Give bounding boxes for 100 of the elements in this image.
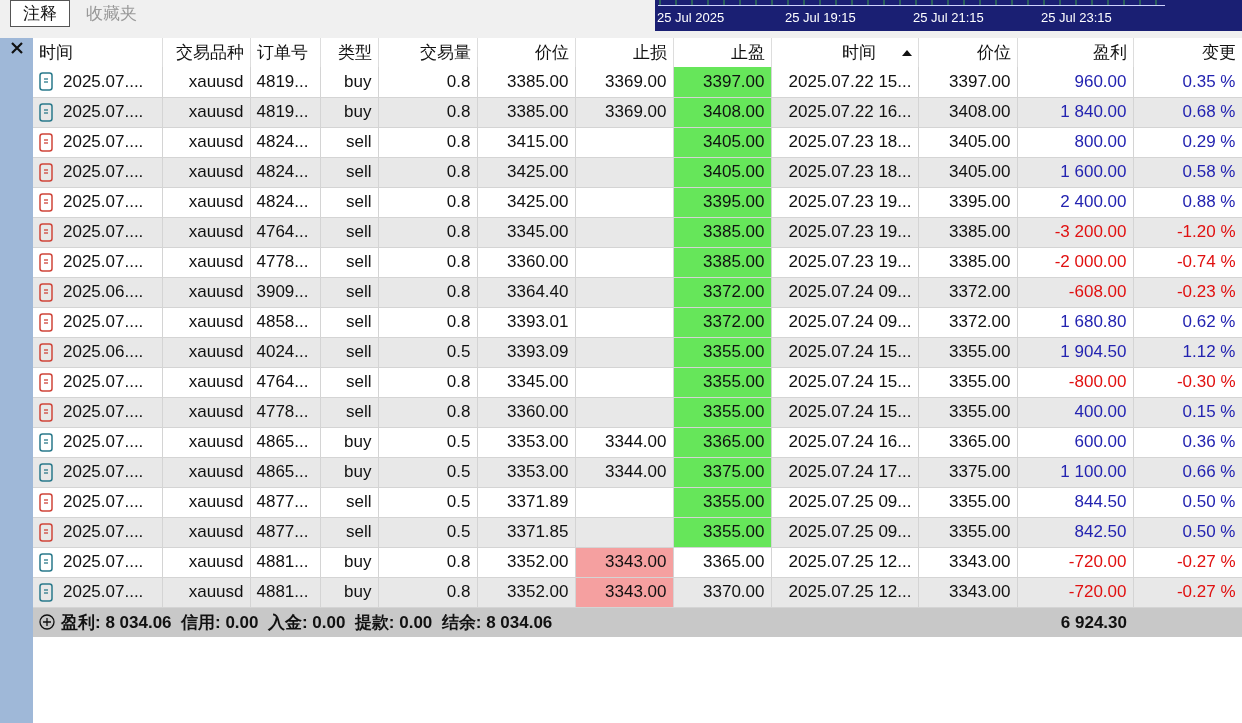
table-cell: 0.5 — [378, 517, 477, 547]
table-cell: 4764... — [250, 217, 320, 247]
table-cell: sell — [320, 367, 378, 397]
table-cell: -0.30 % — [1133, 367, 1242, 397]
table-cell: 3355.00 — [918, 487, 1017, 517]
table-cell: 844.50 — [1017, 487, 1133, 517]
table-cell: xauusd — [162, 577, 250, 607]
table-cell: 600.00 — [1017, 427, 1133, 457]
table-cell: 2025.07.23 19... — [771, 217, 918, 247]
table-cell: 3365.00 — [673, 427, 771, 457]
table-cell: 3371.89 — [477, 487, 575, 517]
table-cell: 3385.00 — [477, 67, 575, 97]
close-icon[interactable] — [10, 42, 23, 54]
table-cell-text: 2025.07.... — [63, 491, 144, 514]
table-cell-text: 2025.07.... — [63, 101, 144, 124]
table-cell: 3372.00 — [918, 307, 1017, 337]
table-cell: 3355.00 — [673, 337, 771, 367]
table-cell: 3355.00 — [918, 517, 1017, 547]
table-cell: 0.8 — [378, 157, 477, 187]
table-cell: 3385.00 — [477, 97, 575, 127]
table-cell: 3405.00 — [918, 127, 1017, 157]
table-cell: sell — [320, 517, 378, 547]
table-cell: xauusd — [162, 427, 250, 457]
table-cell: 0.8 — [378, 67, 477, 97]
table-cell: 3372.00 — [918, 277, 1017, 307]
table-cell: 0.50 % — [1133, 517, 1242, 547]
table-cell: 3385.00 — [918, 247, 1017, 277]
table-cell: 4881... — [250, 547, 320, 577]
table-cell: 4778... — [250, 397, 320, 427]
table-cell: 3405.00 — [673, 127, 771, 157]
table-cell-text: 2025.07.... — [63, 371, 144, 394]
table-cell: sell — [320, 127, 378, 157]
table-cell: xauusd — [162, 157, 250, 187]
table-cell: 3405.00 — [918, 157, 1017, 187]
table-cell: -0.27 % — [1133, 577, 1242, 607]
table-cell: 1 680.80 — [1017, 307, 1133, 337]
time-label: 25 Jul 23:15 — [1041, 9, 1113, 27]
table-cell: 0.5 — [378, 337, 477, 367]
table-cell: 0.88 % — [1133, 187, 1242, 217]
table-cell: buy — [320, 547, 378, 577]
table-cell: 4858... — [250, 307, 320, 337]
table-cell: 4824... — [250, 187, 320, 217]
table-cell: 2025.07.24 15... — [771, 397, 918, 427]
table-cell: 0.62 % — [1133, 307, 1242, 337]
table-cell: 2025.07.24 09... — [771, 307, 918, 337]
table-cell-text: 2025.07.... — [63, 551, 144, 574]
table-cell: 0.5 — [378, 427, 477, 457]
table-cell: xauusd — [162, 277, 250, 307]
table-cell: 0.15 % — [1133, 397, 1242, 427]
table-cell: xauusd — [162, 217, 250, 247]
table-cell: 3372.00 — [673, 307, 771, 337]
table-cell: 800.00 — [1017, 127, 1133, 157]
table-cell: sell — [320, 217, 378, 247]
table-cell: 2025.07.25 09... — [771, 517, 918, 547]
table-cell: xauusd — [162, 397, 250, 427]
total-profit: 6 924.30 — [1017, 607, 1133, 637]
table-cell: 2 400.00 — [1017, 187, 1133, 217]
table-cell-text: 2025.06.... — [63, 341, 144, 364]
table-cell: 3343.00 — [575, 547, 673, 577]
table-cell: 2025.07.24 15... — [771, 367, 918, 397]
table-cell: 3369.00 — [575, 67, 673, 97]
table-cell: -0.74 % — [1133, 247, 1242, 277]
tab[interactable]: 注释 — [10, 0, 70, 27]
table-cell: sell — [320, 307, 378, 337]
table-cell-text: 2025.07.... — [63, 131, 144, 154]
table-cell: 2025.07.24 15... — [771, 337, 918, 367]
table-cell: 3372.00 — [673, 277, 771, 307]
table-cell: 1 904.50 — [1017, 337, 1133, 367]
table-cell: 3385.00 — [673, 247, 771, 277]
table-cell: xauusd — [162, 247, 250, 277]
table-cell: 0.5 — [378, 457, 477, 487]
table-cell: 3355.00 — [673, 517, 771, 547]
table-cell: 4877... — [250, 517, 320, 547]
table-cell: buy — [320, 457, 378, 487]
table-cell: 3365.00 — [918, 427, 1017, 457]
table-cell: 0.36 % — [1133, 427, 1242, 457]
table-cell-text: 2025.06.... — [63, 281, 144, 304]
table-cell: 3385.00 — [673, 217, 771, 247]
table-cell: 0.8 — [378, 247, 477, 277]
table-cell: 4881... — [250, 577, 320, 607]
table-cell: -2 000.00 — [1017, 247, 1133, 277]
table-cell: xauusd — [162, 187, 250, 217]
table-cell: 1 840.00 — [1017, 97, 1133, 127]
sort-arrow-icon — [901, 49, 912, 56]
table-cell: 0.8 — [378, 277, 477, 307]
table-cell: 3343.00 — [918, 547, 1017, 577]
table-cell: 2025.07.22 15... — [771, 67, 918, 97]
table-cell: xauusd — [162, 487, 250, 517]
table-cell: 2025.07.24 16... — [771, 427, 918, 457]
table-cell: 960.00 — [1017, 67, 1133, 97]
expand-icon[interactable] — [39, 614, 55, 631]
table-cell: xauusd — [162, 97, 250, 127]
time-label: 25 Jul 2025 — [657, 9, 726, 27]
table-cell: 0.35 % — [1133, 67, 1242, 97]
table-cell: 3365.00 — [673, 547, 771, 577]
table-cell: xauusd — [162, 547, 250, 577]
table-cell: -3 200.00 — [1017, 217, 1133, 247]
table-cell-text: 2025.07.... — [63, 251, 144, 274]
table-cell: 4865... — [250, 457, 320, 487]
table-cell: 0.66 % — [1133, 457, 1242, 487]
